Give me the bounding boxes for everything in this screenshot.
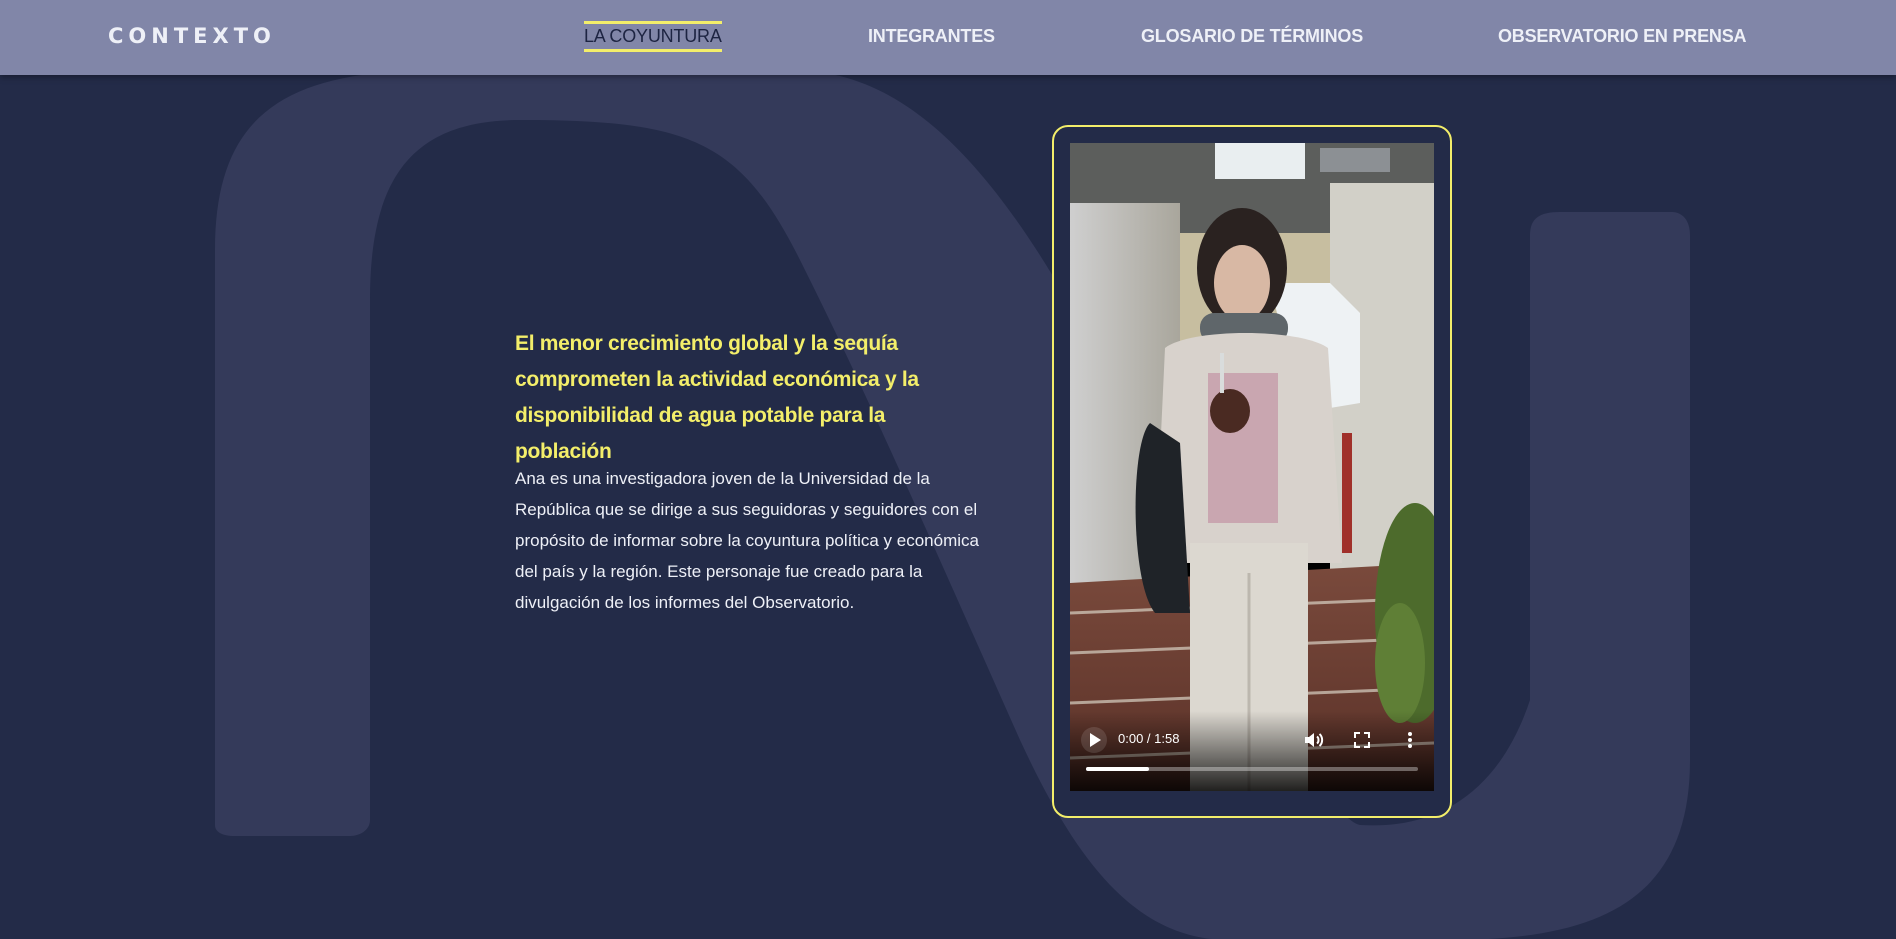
nav-item-la-coyuntura[interactable]: LA COYUNTURA bbox=[584, 21, 722, 52]
controls-overlay bbox=[1070, 711, 1434, 791]
play-icon bbox=[1081, 727, 1107, 753]
section-description: Ana es una investigadora joven de la Uni… bbox=[515, 469, 979, 612]
video-card: 0:00 / 1:58 bbox=[1052, 125, 1452, 818]
video-player[interactable]: 0:00 / 1:58 bbox=[1070, 143, 1434, 791]
video-thumbnail bbox=[1070, 143, 1434, 791]
video-time-display: 0:00 / 1:58 bbox=[1118, 731, 1180, 746]
volume-icon bbox=[1305, 733, 1324, 747]
volume-button[interactable] bbox=[1302, 728, 1326, 752]
more-vertical-icon bbox=[1408, 732, 1412, 748]
top-navbar: CONTEXTO LA COYUNTURA INTEGRANTES GLOSAR… bbox=[0, 0, 1896, 75]
nav-item-glosario[interactable]: GLOSARIO DE TÉRMINOS bbox=[1141, 26, 1363, 47]
video-progress-bar[interactable] bbox=[1086, 767, 1418, 771]
fullscreen-button[interactable] bbox=[1350, 728, 1374, 752]
play-button[interactable] bbox=[1080, 726, 1108, 754]
brand-logo[interactable]: CONTEXTO bbox=[108, 24, 276, 48]
section-headline: El menor crecimiento global y la sequía … bbox=[515, 332, 919, 463]
video-buffered-fill bbox=[1086, 767, 1150, 771]
fullscreen-icon bbox=[1354, 732, 1370, 748]
nav-item-observatorio-en-prensa[interactable]: OBSERVATORIO EN PRENSA bbox=[1498, 26, 1747, 47]
nav-item-integrantes[interactable]: INTEGRANTES bbox=[868, 26, 995, 47]
more-options-button[interactable] bbox=[1398, 728, 1422, 752]
